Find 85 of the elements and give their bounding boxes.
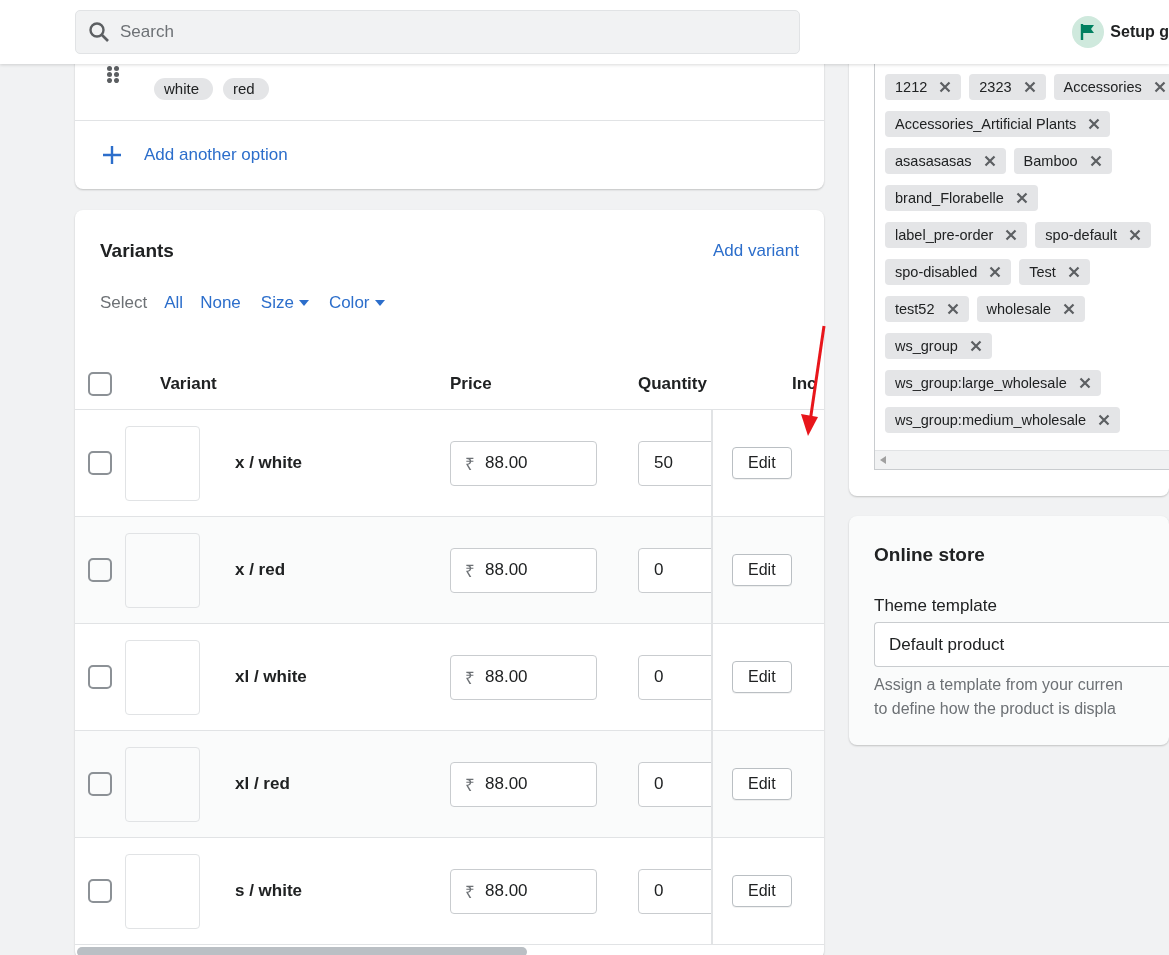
column-header: Price <box>450 374 493 394</box>
edit-button[interactable]: Edit <box>732 768 792 800</box>
tag-chip: asasasasas <box>885 148 1006 174</box>
price-field[interactable]: ₹ 88.00 <box>450 440 597 486</box>
quantity-field[interactable]: 0 <box>638 761 711 807</box>
plus-icon[interactable] <box>102 145 122 165</box>
help-text: Assign a template from your curren to define how the product is displa <box>874 675 1124 719</box>
filter-dropdown[interactable]: Color <box>328 293 385 313</box>
price-field[interactable]: ₹ 88.00 <box>450 761 597 807</box>
checkbox[interactable] <box>88 558 112 582</box>
edit-button[interactable]: Edit <box>732 447 792 479</box>
tag-chip: ws_group:medium_wholesale <box>885 407 1121 433</box>
variant-name: x / white <box>235 453 303 472</box>
tag-chip: ws_group <box>885 333 992 359</box>
price-field[interactable]: ₹ 88.00 <box>450 868 597 914</box>
column-header: Quantity <box>638 374 708 394</box>
variant-name: s / white <box>235 881 303 900</box>
tag-chip: brand_Florabelle <box>885 185 1038 211</box>
section-title: Variants <box>100 240 174 262</box>
close-icon[interactable] <box>983 155 996 167</box>
close-icon[interactable] <box>1098 414 1111 426</box>
variant-name: x / red <box>235 560 286 579</box>
variant-name: xl / white <box>235 667 307 686</box>
caret-icon <box>374 300 385 306</box>
close-icon[interactable] <box>1078 377 1091 389</box>
checkbox[interactable] <box>88 665 112 689</box>
tag-chip: 1212 <box>885 74 962 100</box>
select-link[interactable]: All <box>164 293 184 313</box>
scrollbar-thumb[interactable] <box>77 947 527 955</box>
checkbox[interactable] <box>88 772 112 796</box>
tag-chip: 2323 <box>969 74 1046 100</box>
search-icon <box>88 21 110 43</box>
close-icon[interactable] <box>1023 81 1036 93</box>
filter-dropdown[interactable]: Size <box>260 293 309 313</box>
template-select[interactable]: Default product <box>874 622 1169 667</box>
edit-button[interactable]: Edit <box>732 875 792 907</box>
close-icon[interactable] <box>1063 303 1075 315</box>
option-value-chip: white <box>154 78 214 100</box>
option-value-chip: red <box>223 78 269 100</box>
close-icon[interactable] <box>1015 192 1028 204</box>
flag-icon <box>1072 16 1105 48</box>
price-field[interactable]: ₹ 88.00 <box>450 654 597 700</box>
variant-name: xl / red <box>235 774 290 793</box>
column-header: Variant <box>159 374 218 394</box>
caret-icon <box>298 300 309 306</box>
checkbox[interactable] <box>88 451 112 475</box>
price-field[interactable]: ₹ 88.00 <box>450 547 597 593</box>
setup-guide-link[interactable]: Setup g <box>1110 23 1169 41</box>
tag-chip: ws_group:large_wholesale <box>885 370 1101 396</box>
tag-chip: Accessories <box>1053 74 1169 100</box>
close-icon[interactable] <box>1088 118 1101 130</box>
close-icon[interactable] <box>1129 229 1142 241</box>
edit-button[interactable]: Edit <box>732 554 792 586</box>
field-label: Theme template <box>874 596 998 616</box>
section-title: Online store <box>874 544 986 566</box>
edit-button[interactable]: Edit <box>732 661 792 693</box>
close-icon[interactable] <box>989 266 1002 278</box>
close-icon[interactable] <box>1153 81 1166 93</box>
quantity-field[interactable]: 0 <box>638 654 711 700</box>
quantity-field[interactable]: 0 <box>638 868 711 914</box>
checkbox[interactable] <box>88 372 112 396</box>
add-variant-link[interactable]: Add variant <box>713 241 799 261</box>
tag-chip: label_pre-order <box>885 222 1028 248</box>
close-icon[interactable] <box>1089 155 1102 167</box>
checkbox[interactable] <box>88 879 112 903</box>
close-icon[interactable] <box>1067 266 1080 278</box>
tag-chip: spo-default <box>1035 222 1152 248</box>
tag-chip: test52 <box>885 296 969 322</box>
tag-chip: wholesale <box>976 296 1085 322</box>
add-option-link[interactable]: Add another option <box>144 145 288 165</box>
quantity-field[interactable]: 0 <box>638 547 711 593</box>
close-icon[interactable] <box>969 340 982 352</box>
close-icon[interactable] <box>939 81 952 93</box>
drag-handle-icon[interactable] <box>106 66 120 83</box>
tag-chip: Bamboo <box>1013 148 1112 174</box>
close-icon[interactable] <box>946 303 959 315</box>
search-field[interactable]: Search <box>75 10 800 54</box>
column-header: Inc <box>792 374 817 393</box>
tag-chip: spo-disabled <box>885 259 1012 285</box>
select-link[interactable]: None <box>200 293 241 313</box>
close-icon[interactable] <box>1005 229 1018 241</box>
select-label: Select <box>100 293 148 313</box>
tag-chip: Test <box>1019 259 1090 285</box>
tag-chip: Accessories_Artificial Plants <box>885 111 1111 137</box>
quantity-field[interactable]: 50 <box>638 440 711 486</box>
